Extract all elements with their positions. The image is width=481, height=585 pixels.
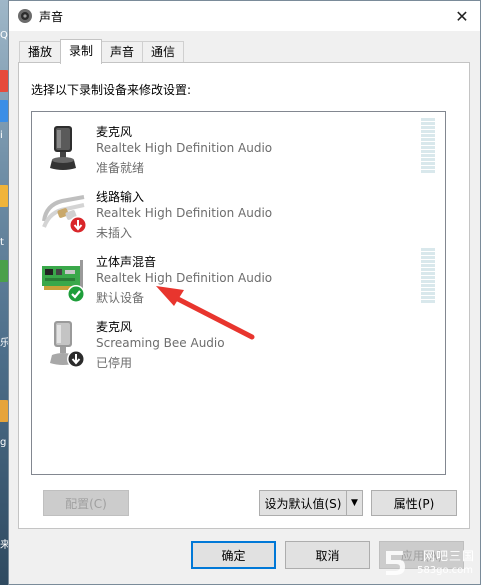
close-icon: ✕ — [455, 6, 469, 26]
list-item-device[interactable]: 麦克风 Realtek High Definition Audio 准备就绪 — [32, 118, 445, 182]
list-item-device[interactable]: 麦克风 Screaming Bee Audio 已停用 — [32, 313, 445, 377]
device-name: 立体声混音 — [96, 255, 157, 269]
tab-playback[interactable]: 播放 — [19, 41, 62, 63]
watermark: 网吧三国 583go.com — [379, 543, 479, 583]
device-driver: Screaming Bee Audio — [96, 336, 225, 350]
device-name: 麦克风 — [96, 125, 133, 139]
desktop-icon-label: i — [0, 130, 3, 141]
tab-strip: 播放 录制 声音 通信 — [19, 39, 185, 64]
device-driver: Realtek High Definition Audio — [96, 206, 273, 220]
device-list[interactable]: 麦克风 Realtek High Definition Audio 准备就绪 线… — [31, 111, 446, 475]
list-item-device[interactable]: 线路输入 Realtek High Definition Audio 未插入 — [32, 183, 445, 247]
device-name: 麦克风 — [96, 320, 133, 334]
set-default-label: 设为默认值(S) — [264, 496, 342, 511]
microphone-disabled-icon — [50, 321, 85, 368]
chevron-down-icon[interactable]: ▼ — [346, 491, 362, 515]
tab-sounds[interactable]: 声音 — [101, 41, 144, 63]
device-actions: 配置(C) 设为默认值(S) ▼ 属性(P) — [31, 490, 457, 520]
window-title: 声音 — [39, 10, 64, 24]
properties-button[interactable]: 属性(P) — [371, 490, 457, 516]
instruction-text: 选择以下录制设备来修改设置: — [31, 83, 192, 97]
microphone-icon — [50, 126, 76, 170]
watermark-url: 583go.com — [417, 565, 473, 576]
close-button[interactable]: ✕ — [444, 1, 480, 31]
cancel-button[interactable]: 取消 — [285, 541, 370, 569]
desktop-icon-label: Q — [0, 30, 8, 41]
recording-panel: 选择以下录制设备来修改设置: 麦克风 Realtek High Definiti… — [18, 62, 470, 529]
speaker-icon — [18, 9, 32, 23]
level-meter — [421, 248, 435, 304]
configure-button[interactable]: 配置(C) — [43, 490, 129, 516]
device-status: 未插入 — [96, 226, 133, 240]
tab-communications[interactable]: 通信 — [142, 41, 185, 63]
level-meter — [421, 118, 435, 174]
watermark-brand: 网吧三国 — [422, 549, 475, 563]
tab-recording[interactable]: 录制 — [60, 39, 103, 64]
title-bar: 声音 ✕ — [9, 1, 480, 31]
device-driver: Realtek High Definition Audio — [96, 141, 273, 155]
sound-card-icon — [42, 260, 85, 303]
desktop-icon-label: g — [0, 437, 7, 448]
device-status: 默认设备 — [96, 291, 145, 305]
ok-button[interactable]: 确定 — [191, 541, 276, 569]
line-in-cable-icon — [42, 195, 87, 234]
device-status: 已停用 — [96, 356, 133, 370]
list-item-device[interactable]: 立体声混音 Realtek High Definition Audio 默认设备 — [32, 248, 445, 312]
desktop-icon-label: t — [0, 237, 4, 248]
watermark-logo-icon — [386, 551, 405, 575]
device-status: 准备就绪 — [96, 161, 145, 175]
set-default-button[interactable]: 设为默认值(S) ▼ — [259, 490, 363, 516]
device-driver: Realtek High Definition Audio — [96, 271, 273, 285]
sound-dialog: 声音 ✕ 播放 录制 声音 通信 选择以下录制设备来修改设置: 麦克风 Real… — [8, 0, 481, 585]
device-name: 线路输入 — [96, 190, 145, 204]
